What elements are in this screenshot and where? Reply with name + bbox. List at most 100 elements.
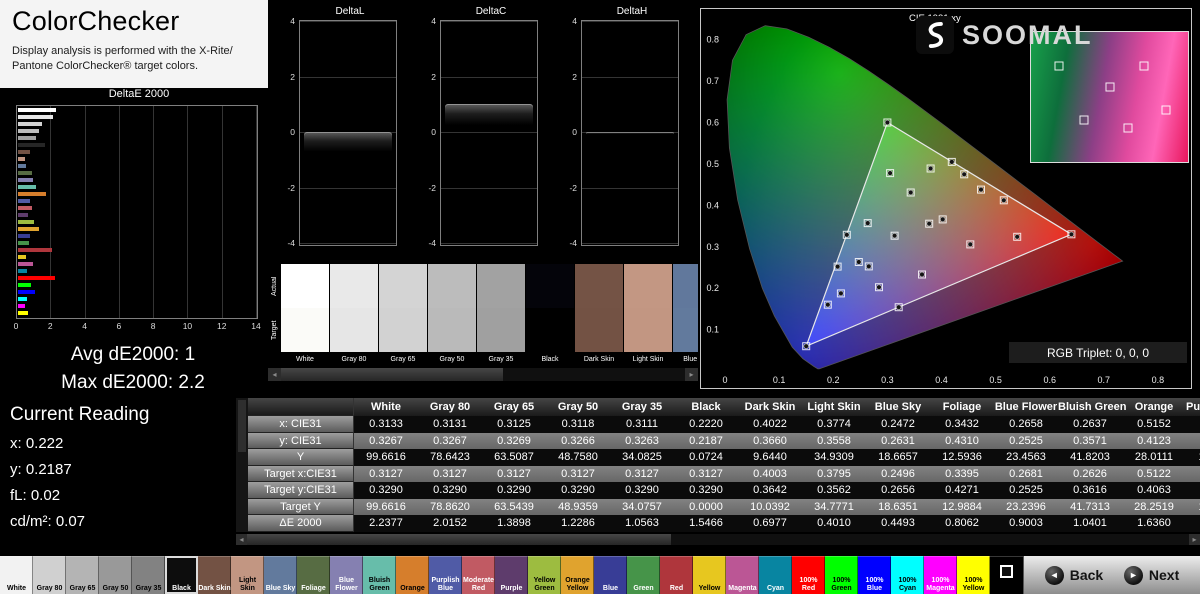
column-header: Gray 50 [557, 401, 599, 413]
scrollbar-thumb[interactable] [238, 400, 246, 452]
row-label: ΔE 2000 [248, 515, 354, 532]
patch-button-blue-flower[interactable]: Blue Flower [330, 556, 363, 594]
patch-button-blue-sky[interactable]: Blue Sky [264, 556, 297, 594]
scroll-right-icon[interactable]: ▸ [1189, 534, 1200, 545]
gridline [441, 76, 537, 78]
patch-button-100-blue[interactable]: 100% Blue [858, 556, 891, 594]
patch-button-red[interactable]: Red [660, 556, 693, 594]
patch-target-swatch [575, 308, 623, 352]
patch-button-gray-50[interactable]: Gray 50 [99, 556, 132, 594]
plot-area [581, 20, 679, 246]
table-scrollbar-vertical[interactable] [236, 398, 248, 532]
patch-button-green[interactable]: Green [627, 556, 660, 594]
y-axis: 4 2 0 -2 -4 [424, 16, 439, 248]
patch-button-purplish-blue[interactable]: Purplish Blue [429, 556, 462, 594]
patch-button-yellow[interactable]: Yellow [693, 556, 726, 594]
axis-tick-label: 0.5 [989, 375, 1002, 385]
axis-tick-label: -4 [428, 238, 436, 248]
header-panel: ColorChecker Display analysis is perform… [0, 0, 268, 88]
patch-button-label: Yellow [698, 584, 721, 592]
table-cell: 63.5439 [494, 500, 534, 513]
scroll-left-icon[interactable]: ◂ [236, 534, 247, 545]
table-cell: 0.9003 [1009, 517, 1043, 529]
current-reading-title: Current Reading [10, 404, 150, 425]
table-cell: 0.0000 [689, 500, 723, 513]
scrollbar-track[interactable] [281, 368, 685, 381]
next-button[interactable]: ► Next [1123, 565, 1179, 585]
custom-color-tile[interactable] [990, 556, 1023, 594]
plot-area [299, 20, 397, 246]
gridline [441, 21, 537, 22]
scroll-left-icon[interactable]: ◂ [268, 368, 281, 381]
measured-marker [919, 271, 925, 278]
axis-tick-label: 4 [290, 16, 295, 26]
patch-button-100-green[interactable]: 100% Green [825, 556, 858, 594]
measured-marker [926, 221, 932, 227]
scrollbar-track[interactable] [247, 534, 1189, 545]
scrollbar-thumb[interactable] [247, 534, 671, 545]
patch-actual-swatch [330, 264, 378, 308]
patch-button-orange-yellow[interactable]: Orange Yellow [561, 556, 594, 594]
table-row: Y 99.6616 78.6423 63.5087 48.7580 34.0825 0.07… [248, 449, 1200, 466]
patch-button-white[interactable]: White [0, 556, 33, 594]
patch-button-label: 100% Magenta [926, 576, 955, 592]
patch-button-orange[interactable]: Orange [396, 556, 429, 594]
patch-strip-scrollbar[interactable]: ◂ ▸ [268, 368, 698, 381]
deltae-bar [18, 304, 26, 308]
delta-l-chart: DeltaL 4 2 0 -2 -4 [283, 6, 401, 262]
patch-button-gray-35[interactable]: Gray 35 [132, 556, 165, 594]
patch-button-bluish-green[interactable]: Bluish Green [363, 556, 396, 594]
gridline [50, 106, 52, 318]
table-cell: 0.2110 [1186, 416, 1200, 433]
patch-button-100-cyan[interactable]: 100% Cyan [891, 556, 924, 594]
scrollbar-thumb[interactable] [281, 368, 504, 381]
measured-marker [876, 284, 882, 290]
table-cell: 23.2396 [1006, 500, 1046, 513]
back-button[interactable]: ◄ Back [1044, 565, 1103, 585]
table-cell: 0.3642 [753, 484, 787, 496]
patch-target-swatch [379, 308, 427, 352]
patch-button-magenta[interactable]: Magenta [726, 556, 759, 594]
patch-button-100-red[interactable]: 100% Red [792, 556, 825, 594]
table-cell: 0.4271 [945, 484, 979, 496]
table-cell: 0.3290 [625, 484, 659, 496]
table-cell: 0.3125 [497, 418, 531, 430]
deltae-bar [18, 220, 35, 224]
soomal-logo-text: SOOMAL [962, 19, 1093, 50]
patch-button-moderate-red[interactable]: Moderate Red [462, 556, 495, 594]
table-cell: 0.4123 [1137, 434, 1171, 447]
patch-button-100-yellow[interactable]: 100% Yellow [957, 556, 990, 594]
column-header: Gray 65 [493, 401, 535, 413]
patch-button-black[interactable]: Black [165, 556, 198, 594]
scroll-right-icon[interactable]: ▸ [685, 368, 698, 381]
navigation-controls: ◄ Back ► Next [1023, 556, 1200, 594]
axis-tick-label: 4 [431, 16, 436, 26]
color-patch: Gray 35 [477, 264, 525, 367]
patch-button-foliage[interactable]: Foliage [297, 556, 330, 594]
patch-button-light-skin[interactable]: Light Skin [231, 556, 264, 594]
measured-marker [834, 263, 841, 270]
table-cell: 0.2496 [881, 467, 915, 480]
table-cell: 12.9884 [942, 500, 982, 513]
patch-button-gray-65[interactable]: Gray 65 [66, 556, 99, 594]
patch-button-yellow-green[interactable]: Yellow Green [528, 556, 561, 594]
patch-button-cyan[interactable]: Cyan [759, 556, 792, 594]
reading-cdm2: cd/m²: 0.07 [10, 513, 86, 530]
patch-button-100-magenta[interactable]: 100% Magenta [924, 556, 957, 594]
actual-target-patch-strip: Actual Target White Gray 80 Gray 65 Gray 50… [268, 264, 698, 381]
patch-button-purple[interactable]: Purple [495, 556, 528, 594]
patch-actual-swatch [281, 264, 329, 308]
axis-tick-label: -2 [287, 182, 295, 193]
table-cell: 0.3266 [561, 434, 595, 447]
target-marker [1054, 61, 1064, 71]
table-cell: 1.0401 [1073, 517, 1107, 529]
patch-button-blue[interactable]: Blue [594, 556, 627, 594]
table-cell: 0.4010 [817, 517, 851, 529]
patch-button-label: Bluish Green [368, 576, 391, 592]
axis-tick-label: 4 [82, 321, 87, 331]
patch-button-gray-80[interactable]: Gray 80 [33, 556, 66, 594]
patch-target-swatch [330, 308, 378, 352]
patch-button-dark-skin[interactable]: Dark Skin [198, 556, 231, 594]
table-scrollbar-horizontal[interactable]: ◂ ▸ [236, 534, 1200, 545]
patch-label: Gray 65 [379, 352, 427, 367]
